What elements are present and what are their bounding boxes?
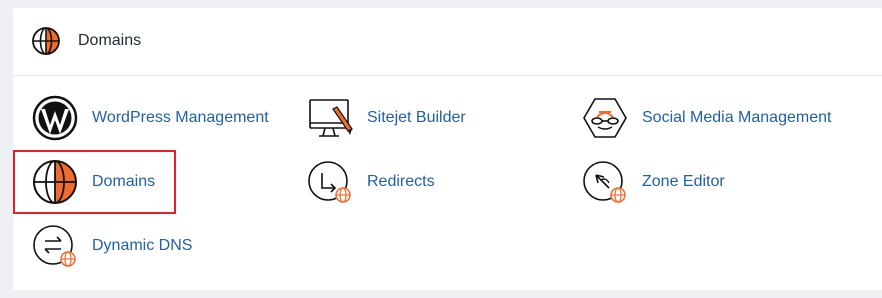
item-label: Dynamic DNS	[92, 237, 193, 254]
item-label: Redirects	[367, 173, 435, 190]
sitejet-builder-icon	[309, 99, 353, 137]
dynamic-dns-icon	[33, 225, 76, 267]
social-media-icon	[583, 98, 627, 138]
zone-editor-link[interactable]: Zone Editor	[582, 159, 725, 205]
domains-panel: Domains WordPress Management Sitejet Bui…	[13, 8, 882, 290]
dynamic-dns-link[interactable]: Dynamic DNS	[32, 223, 192, 269]
wordpress-management-link[interactable]: WordPress Management	[32, 95, 269, 141]
item-label: Zone Editor	[642, 173, 725, 190]
redirects-link[interactable]: Redirects	[307, 159, 435, 205]
zone-editor-icon	[583, 161, 626, 203]
sitejet-builder-link[interactable]: Sitejet Builder	[307, 95, 466, 141]
item-label: Social Media Management	[642, 109, 832, 126]
redirect-icon	[308, 161, 351, 203]
globe-icon	[32, 27, 60, 55]
item-label: WordPress Management	[92, 109, 269, 126]
panel-header[interactable]: Domains	[13, 8, 882, 76]
selection-highlight	[13, 150, 176, 214]
panel-title: Domains	[78, 32, 142, 49]
social-media-management-link[interactable]: Social Media Management	[582, 95, 831, 141]
item-label: Sitejet Builder	[367, 109, 466, 126]
wordpress-icon	[32, 95, 78, 141]
